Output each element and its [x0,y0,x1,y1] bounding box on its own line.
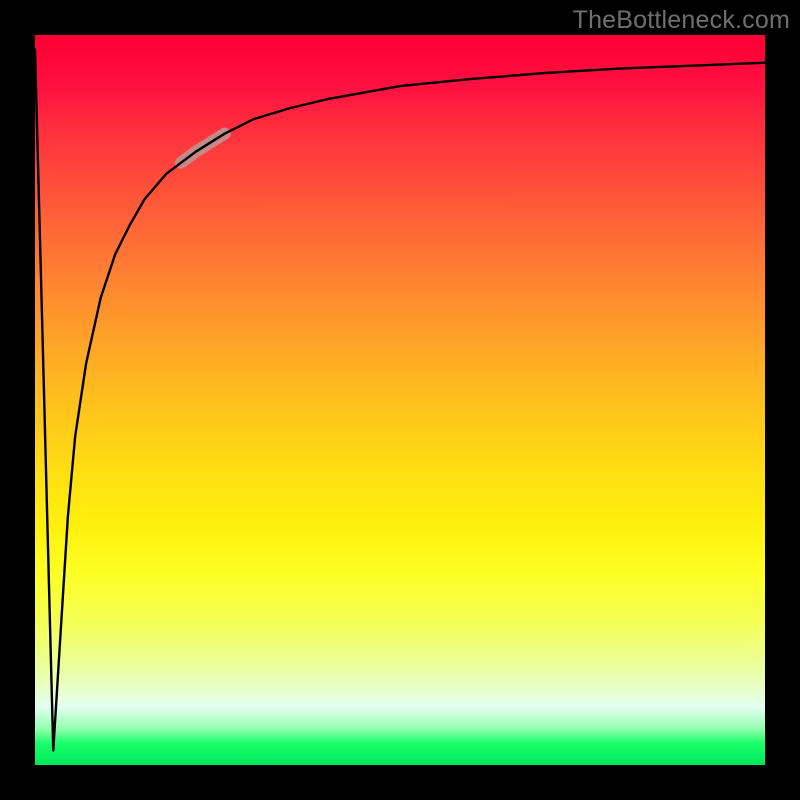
watermark-text: TheBottleneck.com [573,6,790,35]
chart-frame: TheBottleneck.com [0,0,800,800]
plot-area [35,35,765,765]
